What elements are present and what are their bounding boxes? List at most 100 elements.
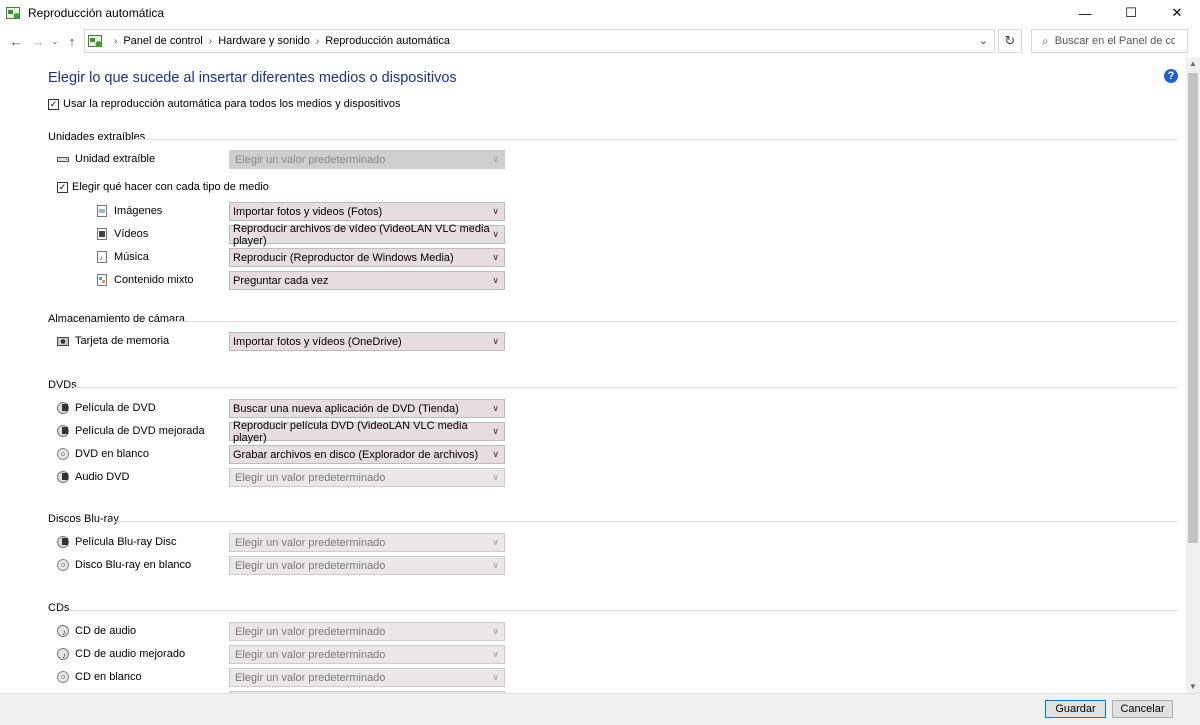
- use-autoplay-row[interactable]: ✓ Usar la reproducción automática para t…: [48, 98, 401, 110]
- cd-label: CD de audio: [75, 625, 137, 637]
- back-button[interactable]: ←: [5, 30, 27, 52]
- blank-bluray-select[interactable]: Elegir un valor predeterminado ∨: [229, 556, 505, 575]
- chevron-down-icon: ∨: [492, 626, 499, 636]
- images-select-value: Importar fotos y videos (Fotos): [233, 205, 383, 218]
- section-divider: [134, 139, 1178, 140]
- enhanced-dvd-icon: [57, 425, 69, 437]
- blank-cd-select-value: Elegir un valor predeterminado: [235, 671, 386, 684]
- address-bar[interactable]: › Panel de control › Hardware y sonido ›…: [84, 29, 995, 53]
- maximize-icon: ☐: [1125, 5, 1137, 20]
- autoplay-app-icon: [6, 6, 20, 19]
- bluray-movie-row: Película Blu-ray Disc: [57, 536, 176, 548]
- save-button[interactable]: Guardar: [1045, 700, 1106, 718]
- navigation-bar: ← → ⌄ ↑ › Panel de control › Hardware y …: [0, 26, 1200, 56]
- dvd-movie-select-value: Buscar una nueva aplicación de DVD (Tien…: [233, 402, 459, 415]
- maximize-button[interactable]: ☐: [1108, 0, 1154, 26]
- breadcrumb-hardware-sound[interactable]: Hardware y sonido: [218, 35, 310, 47]
- choose-per-media-label: Elegir qué hacer con cada tipo de medio: [72, 181, 269, 193]
- help-button[interactable]: ?: [1164, 69, 1178, 83]
- blank-bluray-select-value: Elegir un valor predeterminado: [235, 559, 386, 572]
- choose-per-media-checkbox[interactable]: ✓: [57, 181, 68, 193]
- music-select[interactable]: Reproducir (Reproductor de Windows Media…: [229, 248, 505, 267]
- audio-dvd-icon: [57, 471, 69, 483]
- breadcrumb-autoplay[interactable]: Reproducción automática: [325, 35, 450, 47]
- minimize-button[interactable]: —: [1062, 0, 1108, 26]
- scroll-down-icon[interactable]: ▼: [1189, 682, 1197, 691]
- blank-disc-icon: [57, 559, 69, 571]
- mixed-content-select[interactable]: Preguntar cada vez ∨: [229, 271, 505, 290]
- section-camera-title: Almacenamiento de cámara: [48, 313, 185, 325]
- enhanced-audio-cd-row: ♪ CD de audio mejorado: [57, 648, 185, 660]
- breadcrumb-separator-icon: ›: [114, 35, 118, 47]
- page-title: Elegir lo que sucede al insertar diferen…: [48, 70, 457, 86]
- images-select[interactable]: Importar fotos y videos (Fotos) ∨: [229, 202, 505, 221]
- removable-drive-row: Unidad extraíble: [57, 153, 155, 165]
- bluray-movie-select-value: Elegir un valor predeterminado: [235, 536, 386, 549]
- memory-card-select[interactable]: Importar fotos y vídeos (OneDrive) ∨: [229, 332, 505, 351]
- close-button[interactable]: ✕: [1154, 0, 1200, 26]
- removable-drive-select[interactable]: Elegir un valor predeterminado ∨: [229, 150, 505, 169]
- window-title: Reproducción automática: [28, 5, 165, 20]
- bluray-movie-icon: [57, 536, 69, 548]
- audio-cd-select-value: Elegir un valor predeterminado: [235, 625, 386, 638]
- media-label: Música: [114, 251, 149, 263]
- section-removable-title: Unidades extraíbles: [48, 131, 146, 143]
- choose-per-media-row[interactable]: ✓ Elegir qué hacer con cada tipo de medi…: [57, 181, 269, 193]
- refresh-button[interactable]: ↻: [998, 29, 1022, 53]
- arrow-right-icon: →: [31, 33, 45, 49]
- breadcrumb-control-panel[interactable]: Panel de control: [123, 35, 203, 47]
- use-autoplay-checkbox[interactable]: ✓: [48, 98, 59, 110]
- search-input[interactable]: [1054, 35, 1175, 47]
- forward-button[interactable]: →: [27, 30, 49, 52]
- up-button[interactable]: ↑: [61, 30, 83, 52]
- dvd-movie-row: Película de DVD: [57, 402, 156, 414]
- removable-drive-label: Unidad extraíble: [75, 153, 156, 165]
- scrollbar-thumb[interactable]: [1188, 73, 1198, 543]
- enhanced-audio-cd-select[interactable]: Elegir un valor predeterminado ∨: [229, 645, 505, 664]
- media-row-music: ♪ Música: [96, 251, 149, 263]
- refresh-icon: ↻: [1004, 33, 1016, 48]
- audio-cd-row: ♪ CD de audio: [57, 625, 136, 637]
- content-area: Elegir lo que sucede al insertar diferen…: [0, 57, 1186, 693]
- blank-cd-row: CD en blanco: [57, 671, 142, 683]
- chevron-down-icon: ∨: [492, 672, 499, 682]
- svg-text:♪: ♪: [62, 651, 66, 660]
- enhanced-dvd-select-value: Reproducir película DVD (VideoLAN VLC me…: [233, 419, 468, 444]
- audio-cd-select[interactable]: Elegir un valor predeterminado ∨: [229, 622, 505, 641]
- recent-locations-button[interactable]: ⌄: [49, 30, 61, 52]
- removable-drive-icon: [57, 157, 69, 162]
- close-icon: ✕: [1171, 5, 1183, 20]
- blank-cd-select[interactable]: Elegir un valor predeterminado ∨: [229, 668, 505, 687]
- enhanced-dvd-select[interactable]: Reproducir película DVD (VideoLAN VLC me…: [229, 419, 505, 444]
- footer-bar: Guardar Cancelar: [0, 693, 1200, 725]
- bluray-movie-select[interactable]: Elegir un valor predeterminado ∨: [229, 533, 505, 552]
- audio-dvd-select-value: Elegir un valor predeterminado: [235, 471, 386, 484]
- dvd-movie-select[interactable]: Buscar una nueva aplicación de DVD (Tien…: [229, 399, 505, 418]
- vertical-scrollbar[interactable]: ▲ ▼: [1186, 57, 1200, 693]
- arrow-left-icon: ←: [9, 33, 23, 49]
- chevron-down-icon: ∨: [492, 560, 499, 570]
- arrow-up-icon: ↑: [68, 33, 76, 49]
- chevron-down-icon: ∨: [492, 449, 499, 459]
- cd-label: CD en blanco: [75, 671, 142, 683]
- dvd-label: Película de DVD: [75, 402, 156, 414]
- search-box[interactable]: ⌕: [1031, 29, 1188, 53]
- section-cds-title: CDs: [48, 602, 70, 614]
- chevron-down-icon: ∨: [492, 252, 499, 262]
- address-dropdown-icon[interactable]: ⌄: [979, 34, 988, 47]
- blank-disc-icon: [57, 671, 69, 683]
- blank-dvd-select[interactable]: Grabar archivos en disco (Explorador de …: [229, 445, 505, 464]
- media-row-images: Imágenes: [96, 205, 162, 217]
- cancel-button[interactable]: Cancelar: [1112, 700, 1173, 718]
- videos-select[interactable]: Reproducir archivos de vídeo (VideoLAN V…: [229, 223, 505, 247]
- chevron-down-icon: ∨: [492, 154, 499, 164]
- minimize-icon: —: [1078, 5, 1092, 21]
- chevron-down-icon: ∨: [492, 472, 499, 482]
- blank-dvd-select-value: Grabar archivos en disco (Explorador de …: [233, 448, 479, 461]
- section-divider: [74, 387, 1178, 388]
- memory-card-icon: [57, 337, 69, 346]
- scroll-up-icon[interactable]: ▲: [1189, 59, 1197, 68]
- cd-label: CD de audio mejorado: [75, 648, 186, 660]
- dvd-label: DVD en blanco: [75, 448, 149, 460]
- audio-dvd-select[interactable]: Elegir un valor predeterminado ∨: [229, 468, 505, 487]
